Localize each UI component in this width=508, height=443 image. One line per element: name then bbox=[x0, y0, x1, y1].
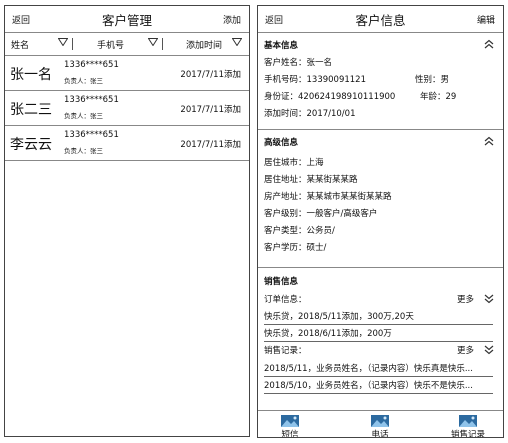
tab-label: 短信 bbox=[281, 430, 299, 438]
added-time-field: 添加时间：2017/10/01 bbox=[264, 109, 356, 119]
sales-record-item[interactable]: 2018/5/11，业务员姓名，（记录内容）快乐真是快乐... bbox=[264, 362, 473, 374]
customer-name-field: 客户姓名：张一名 bbox=[264, 58, 333, 68]
list-item[interactable]: 张一名 1336****651 负责人：张三 2017/7/11添加 bbox=[5, 56, 249, 91]
customer-phone: 1336****651 bbox=[64, 130, 119, 140]
list-header: 返回 客户管理 添加 bbox=[5, 6, 249, 33]
divider bbox=[264, 341, 493, 342]
order-item[interactable]: 快乐贷，2018/5/11添加，300万,20天 bbox=[264, 310, 414, 322]
image-placeholder-icon bbox=[281, 415, 299, 427]
chevron-down-icon[interactable] bbox=[148, 38, 158, 46]
records-more-link[interactable]: 更多 bbox=[457, 344, 474, 356]
customer-name: 张一名 bbox=[10, 67, 52, 83]
orders-label: 订单信息： bbox=[264, 295, 307, 305]
chevron-down-icon[interactable] bbox=[232, 38, 242, 46]
detail-header: 返回 客户信息 编辑 bbox=[258, 6, 503, 33]
customer-list-panel: 返回 客户管理 添加 姓名 手机号 添加时间 张一名 1336****651 负… bbox=[4, 5, 250, 437]
filter-phone[interactable]: 手机号 bbox=[97, 38, 124, 51]
customer-name: 李云云 bbox=[10, 137, 52, 153]
chevron-down-icon[interactable] bbox=[58, 38, 68, 46]
basic-info-section: 基本信息 客户姓名：张一名 手机号码：13390091121 性别：男 身份证：… bbox=[258, 33, 503, 130]
list-item[interactable]: 李云云 1336****651 负责人：张三 2017/7/11添加 bbox=[5, 126, 249, 161]
filter-name[interactable]: 姓名 bbox=[11, 38, 29, 51]
divider bbox=[264, 376, 493, 377]
edit-button[interactable]: 编辑 bbox=[477, 13, 495, 26]
address-field: 居住地址：某某街某某路 bbox=[264, 175, 358, 185]
divider bbox=[264, 393, 493, 394]
bottom-tab-bar: 短信 电话 销售记录 bbox=[258, 410, 503, 438]
image-placeholder-icon bbox=[459, 415, 477, 427]
education-field: 客户学历：硕士/ bbox=[264, 243, 327, 253]
section-title: 高级信息 bbox=[264, 138, 299, 148]
customer-phone: 1336****651 bbox=[64, 95, 119, 105]
customer-added-date: 2017/7/11添加 bbox=[180, 140, 241, 150]
records-label: 销售记录： bbox=[264, 346, 307, 356]
divider bbox=[162, 38, 163, 50]
add-button[interactable]: 添加 bbox=[223, 13, 241, 26]
filter-added-time[interactable]: 添加时间 bbox=[186, 38, 222, 51]
customer-added-date: 2017/7/11添加 bbox=[180, 70, 241, 80]
gender-field: 性别：男 bbox=[415, 75, 450, 85]
age-field: 年龄：29 bbox=[420, 92, 457, 102]
sales-record-item[interactable]: 2018/5/10，业务员姓名，（记录内容）快乐不是快乐... bbox=[264, 379, 473, 391]
city-field: 居住城市：上海 bbox=[264, 158, 324, 168]
sales-info-section: 销售信息 订单信息： 更多 快乐贷，2018/5/11添加，300万,20天 快… bbox=[258, 268, 503, 410]
orders-more-link[interactable]: 更多 bbox=[457, 293, 474, 305]
list-item[interactable]: 张二三 1336****651 负责人：张三 2017/7/11添加 bbox=[5, 91, 249, 126]
image-placeholder-icon bbox=[371, 415, 389, 427]
expand-icon[interactable] bbox=[484, 345, 494, 355]
customer-owner: 负责人：张三 bbox=[64, 77, 103, 85]
customer-owner: 负责人：张三 bbox=[64, 112, 103, 120]
page-title: 客户信息 bbox=[355, 13, 406, 28]
phone-field: 手机号码：13390091121 bbox=[264, 75, 366, 85]
divider bbox=[72, 38, 73, 50]
tab-call[interactable]: 电话 bbox=[350, 411, 410, 438]
collapse-icon[interactable] bbox=[484, 39, 494, 49]
collapse-icon[interactable] bbox=[484, 136, 494, 146]
customer-name: 张二三 bbox=[10, 102, 52, 118]
customer-phone: 1336****651 bbox=[64, 60, 119, 70]
tab-label: 销售记录 bbox=[450, 430, 485, 438]
property-address-field: 房产地址：某某城市某某街某某路 bbox=[264, 192, 392, 202]
id-card-field: 身份证：420624198910111900 bbox=[264, 92, 396, 102]
customer-detail-panel: 返回 客户信息 编辑 基本信息 客户姓名：张一名 手机号码：1339009112… bbox=[257, 5, 504, 438]
expand-icon[interactable] bbox=[484, 294, 494, 304]
filter-bar: 姓名 手机号 添加时间 bbox=[5, 33, 249, 56]
advanced-info-section: 高级信息 居住城市：上海 居住地址：某某街某某路 房产地址：某某城市某某街某某路… bbox=[258, 130, 503, 268]
customer-owner: 负责人：张三 bbox=[64, 147, 103, 155]
page-title: 客户管理 bbox=[101, 13, 152, 28]
tab-sms[interactable]: 短信 bbox=[260, 411, 320, 438]
section-title: 基本信息 bbox=[264, 41, 299, 51]
section-title: 销售信息 bbox=[264, 277, 299, 287]
customer-added-date: 2017/7/11添加 bbox=[180, 105, 241, 115]
customer-type-field: 客户类型：公务员/ bbox=[264, 226, 335, 236]
divider bbox=[264, 324, 493, 325]
tab-sales-records[interactable]: 销售记录 bbox=[438, 411, 498, 438]
tab-label: 电话 bbox=[371, 430, 389, 438]
order-item[interactable]: 快乐贷，2018/6/11添加，200万 bbox=[264, 327, 392, 339]
customer-level-field: 客户级别：一般客户/高级客户 bbox=[264, 209, 378, 219]
